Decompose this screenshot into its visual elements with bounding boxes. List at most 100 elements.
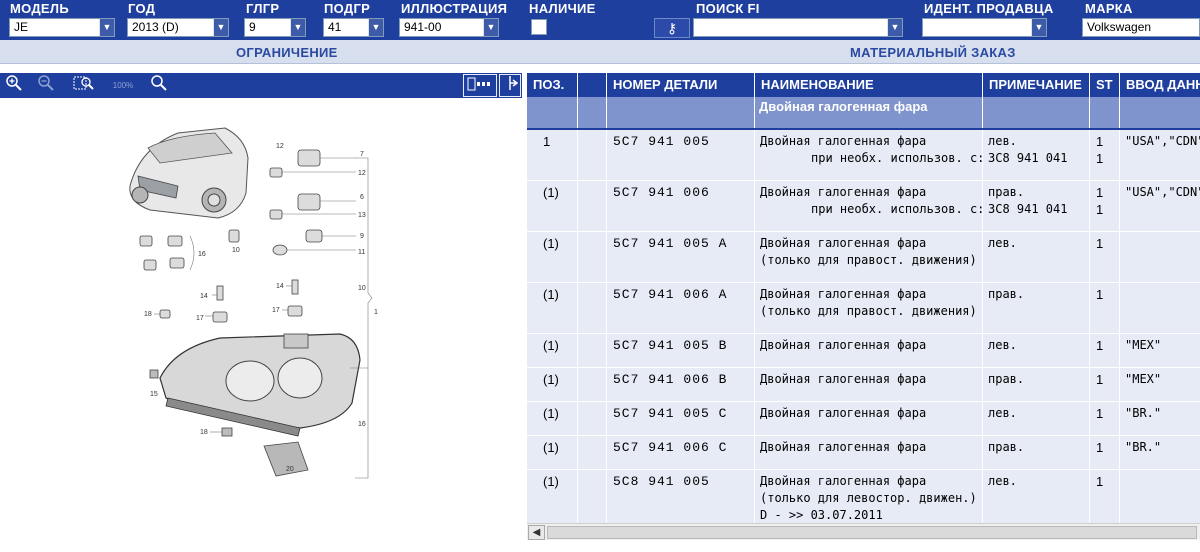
callout-label: 18 bbox=[144, 311, 152, 318]
callout-label: 13 bbox=[358, 212, 366, 219]
row-note: прав. bbox=[988, 287, 1025, 301]
table-body: 1 5C7 941 005 Двойная галогенная фара при н… bbox=[527, 130, 1200, 530]
table-row[interactable]: (1) 5C7 941 005 B Двойная галогенная фара л… bbox=[527, 334, 1200, 368]
illustration-label: ИЛЛЮСТРАЦИЯ bbox=[401, 1, 508, 16]
model-label: МОДЕЛЬ bbox=[10, 1, 69, 16]
row-name-detail: (только для правост. движения) bbox=[760, 304, 977, 318]
chevron-down-icon[interactable]: ▼ bbox=[99, 19, 114, 36]
row-name-detail: при необх. использов. с: bbox=[811, 151, 985, 165]
year-value: 2013 (D) bbox=[132, 20, 179, 34]
zoom-in-icon[interactable] bbox=[0, 74, 28, 97]
table-row[interactable]: (1) 5C7 941 005 C Двойная галогенная фара л… bbox=[527, 402, 1200, 436]
zoom-area-icon[interactable] bbox=[70, 74, 98, 97]
glgr-select[interactable]: 9 ▼ bbox=[244, 18, 306, 37]
col-part-number-header[interactable]: НОМЕР ДЕТАЛИ bbox=[607, 73, 755, 97]
zoom-100-label: 100% bbox=[112, 81, 134, 90]
chevron-down-icon[interactable]: ▼ bbox=[213, 19, 228, 36]
year-select[interactable]: 2013 (D) ▼ bbox=[127, 18, 229, 37]
row-pos: (1) bbox=[543, 236, 559, 251]
col-st-header[interactable]: ST bbox=[1090, 73, 1120, 97]
row-pos: 1 bbox=[543, 134, 551, 149]
row-part-number: 5C7 941 006 A bbox=[613, 287, 728, 302]
podgr-label: ПОДГР bbox=[324, 1, 371, 16]
row-st: 1 bbox=[1096, 287, 1104, 302]
podgr-select[interactable]: 41 ▼ bbox=[323, 18, 384, 37]
model-select[interactable]: JE ▼ bbox=[9, 18, 115, 37]
col-pos-header[interactable]: ПОЗ. bbox=[527, 73, 578, 97]
row-note: лев. bbox=[988, 236, 1017, 250]
illustration-toolbar: 100% bbox=[0, 73, 522, 98]
table-row[interactable]: 1 5C7 941 005 Двойная галогенная фара при н… bbox=[527, 130, 1200, 181]
callout-label: 20 bbox=[286, 466, 294, 473]
parts-table: ПОЗ. НОМЕР ДЕТАЛИ НАИМЕНОВАНИЕ ПРИМЕЧАНИ… bbox=[527, 73, 1200, 547]
table-row[interactable]: (1) 5C7 941 005 A Двойная галогенная фара (… bbox=[527, 232, 1200, 283]
table-row[interactable]: (1) 5C8 941 005 Двойная галогенная фара (то… bbox=[527, 470, 1200, 530]
seller-id-label: ИДЕНТ. ПРОДАВЦА bbox=[924, 1, 1054, 16]
chevron-down-icon[interactable]: ▼ bbox=[483, 19, 498, 36]
illustration-select[interactable]: 941-00 ▼ bbox=[399, 18, 499, 37]
filter-bar: МОДЕЛЬ JE ▼ ГОД 2013 (D) ▼ ГЛГР 9 ▼ ПОДГ… bbox=[0, 0, 1200, 40]
col-flag-header bbox=[578, 73, 607, 97]
callout-label: 9 bbox=[360, 233, 364, 240]
callout-label: 6 bbox=[360, 194, 364, 201]
row-note: прав. bbox=[988, 372, 1025, 386]
zoom-100-icon[interactable]: 100% bbox=[107, 74, 139, 97]
key-icon[interactable]: ⚷ bbox=[654, 18, 690, 38]
callout-label: 7 bbox=[360, 151, 364, 158]
row-name: Двойная галогенная фара bbox=[760, 372, 927, 386]
glgr-value: 9 bbox=[249, 20, 256, 34]
group-title: Двойная галогенная фара bbox=[759, 99, 928, 114]
horizontal-scrollbar[interactable]: ◀ bbox=[527, 523, 1200, 540]
chevron-down-icon[interactable]: ▼ bbox=[887, 19, 902, 36]
row-pos: (1) bbox=[543, 287, 559, 302]
brand-select[interactable]: Volkswagen bbox=[1082, 18, 1200, 37]
chevron-down-icon[interactable]: ▼ bbox=[290, 19, 305, 36]
row-note-detail: 3C8 941 041 bbox=[988, 202, 1068, 216]
table-row[interactable]: (1) 5C7 941 006 B Двойная галогенная фара п… bbox=[527, 368, 1200, 402]
row-part-number: 5C7 941 005 bbox=[613, 134, 710, 149]
availability-label: НАЛИЧИЕ bbox=[529, 1, 596, 16]
glgr-label: ГЛГР bbox=[246, 1, 280, 16]
row-data-entry: "USA","CDN" bbox=[1125, 185, 1200, 199]
row-data-entry: "BR." bbox=[1125, 440, 1162, 454]
row-data-entry: "BR." bbox=[1125, 406, 1162, 420]
search-icon[interactable] bbox=[145, 74, 173, 97]
illustration-value: 941-00 bbox=[404, 20, 442, 34]
row-name: Двойная галогенная фара bbox=[760, 236, 927, 250]
scrollbar-thumb[interactable] bbox=[547, 526, 1197, 539]
availability-checkbox[interactable] bbox=[531, 19, 547, 35]
scroll-left-icon[interactable]: ◀ bbox=[528, 525, 545, 540]
row-pos: (1) bbox=[543, 474, 559, 489]
table-row[interactable]: (1) 5C7 941 006 A Двойная галогенная фара (… bbox=[527, 283, 1200, 334]
zoom-out-icon[interactable] bbox=[32, 74, 60, 97]
table-header: ПОЗ. НОМЕР ДЕТАЛИ НАИМЕНОВАНИЕ ПРИМЕЧАНИ… bbox=[527, 73, 1200, 97]
row-name-detail: при необх. использов. с: bbox=[811, 202, 985, 216]
col-name-header[interactable]: НАИМЕНОВАНИЕ bbox=[755, 73, 983, 97]
search-fi-label: ПОИСК FI bbox=[696, 1, 760, 16]
car-illustration bbox=[129, 127, 249, 219]
row-st: 1 bbox=[1096, 185, 1104, 200]
seller-id-select[interactable]: ▼ bbox=[922, 18, 1047, 37]
row-data-entry: "USA","CDN" bbox=[1125, 134, 1200, 148]
table-row[interactable]: (1) 5C7 941 006 C Двойная галогенная фара п… bbox=[527, 436, 1200, 470]
callout-label: 16 bbox=[198, 251, 206, 258]
search-fi-select[interactable]: ▼ bbox=[693, 18, 903, 37]
callout-label: 1 bbox=[374, 309, 378, 316]
headlight-assembly bbox=[159, 333, 361, 437]
split-arrows-icon[interactable] bbox=[499, 74, 521, 97]
col-note-header[interactable]: ПРИМЕЧАНИЕ bbox=[983, 73, 1090, 97]
row-part-number: 5C7 941 006 C bbox=[613, 440, 728, 455]
panel-icon[interactable] bbox=[463, 74, 497, 97]
callout-label: 17 bbox=[272, 307, 280, 314]
chevron-down-icon[interactable]: ▼ bbox=[1031, 19, 1046, 36]
row-note: лев. bbox=[988, 338, 1017, 352]
col-data-entry-header[interactable]: ВВОД ДАНН bbox=[1120, 73, 1200, 97]
callout-label: 14 bbox=[276, 283, 284, 290]
row-pos: (1) bbox=[543, 338, 559, 353]
chevron-down-icon[interactable]: ▼ bbox=[368, 19, 383, 36]
row-note: прав. bbox=[988, 440, 1025, 454]
restriction-title: ОГРАНИЧЕНИЕ bbox=[236, 45, 338, 60]
row-st: 1 bbox=[1096, 338, 1104, 353]
table-row[interactable]: (1) 5C7 941 006 Двойная галогенная фара при… bbox=[527, 181, 1200, 232]
parts-diagram[interactable]: 12 7 12 6 13 9 11 10 16 10 1 14 14 18 17… bbox=[0, 98, 522, 547]
